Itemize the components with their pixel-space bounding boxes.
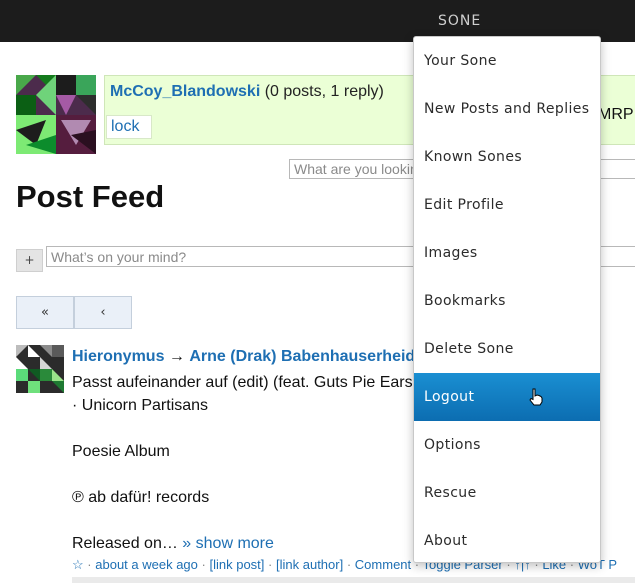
lock-button[interactable]: lock bbox=[106, 115, 152, 139]
post-author-link[interactable]: Hieronymus bbox=[72, 348, 164, 365]
hand-pointer-icon bbox=[529, 388, 543, 406]
link-author-link[interactable]: [link author] bbox=[276, 557, 343, 572]
post-time-link[interactable]: about a week ago bbox=[95, 557, 198, 572]
previous-page-button[interactable]: ‹ bbox=[74, 296, 132, 329]
bookmark-star-icon[interactable]: ☆ bbox=[72, 557, 84, 572]
menu-item-options[interactable]: Options bbox=[414, 421, 600, 469]
menu-item-your-sone[interactable]: Your Sone bbox=[414, 37, 600, 85]
menu-item-bookmarks[interactable]: Bookmarks bbox=[414, 277, 600, 325]
link-post-link[interactable]: [link post] bbox=[209, 557, 264, 572]
post-text-line: Released on… bbox=[72, 535, 183, 552]
menu-item-known-sones[interactable]: Known Sones bbox=[414, 133, 600, 181]
menu-item-logout[interactable]: Logout bbox=[414, 373, 600, 421]
recipient-arrow: → bbox=[164, 348, 190, 365]
menu-item-images[interactable]: Images bbox=[414, 229, 600, 277]
sone-menu-button[interactable]: SONE bbox=[438, 13, 481, 29]
comment-link[interactable]: Comment bbox=[355, 557, 411, 572]
profile-stats: (0 posts, 1 reply) bbox=[260, 83, 384, 100]
show-more-link[interactable]: » show more bbox=[182, 535, 274, 552]
page-title: Post Feed bbox=[16, 179, 165, 214]
menu-item-rescue[interactable]: Rescue bbox=[414, 469, 600, 517]
post-author-avatar[interactable] bbox=[16, 345, 64, 393]
profile-avatar bbox=[16, 75, 96, 154]
profile-side-text: MRP bbox=[598, 106, 634, 123]
post-header: Hieronymus → Arne (Drak) Babenhauserheid… bbox=[72, 348, 424, 366]
post-recipient-link[interactable]: Arne (Drak) Babenhauserheide bbox=[189, 348, 424, 365]
first-page-button[interactable]: « bbox=[16, 296, 74, 329]
menu-item-new-posts[interactable]: New Posts and Replies bbox=[414, 85, 600, 133]
profile-username-link[interactable]: McCoy_Blandowski bbox=[110, 83, 260, 100]
menu-item-delete-sone[interactable]: Delete Sone bbox=[414, 325, 600, 373]
menu-item-edit-profile[interactable]: Edit Profile bbox=[414, 181, 600, 229]
add-post-button[interactable]: + bbox=[16, 249, 43, 272]
menu-item-about[interactable]: About bbox=[414, 517, 600, 565]
sone-dropdown-menu: Your Sone New Posts and Replies Known So… bbox=[413, 36, 601, 563]
reply-area bbox=[72, 577, 635, 583]
lock-button-label: lock bbox=[111, 118, 140, 135]
